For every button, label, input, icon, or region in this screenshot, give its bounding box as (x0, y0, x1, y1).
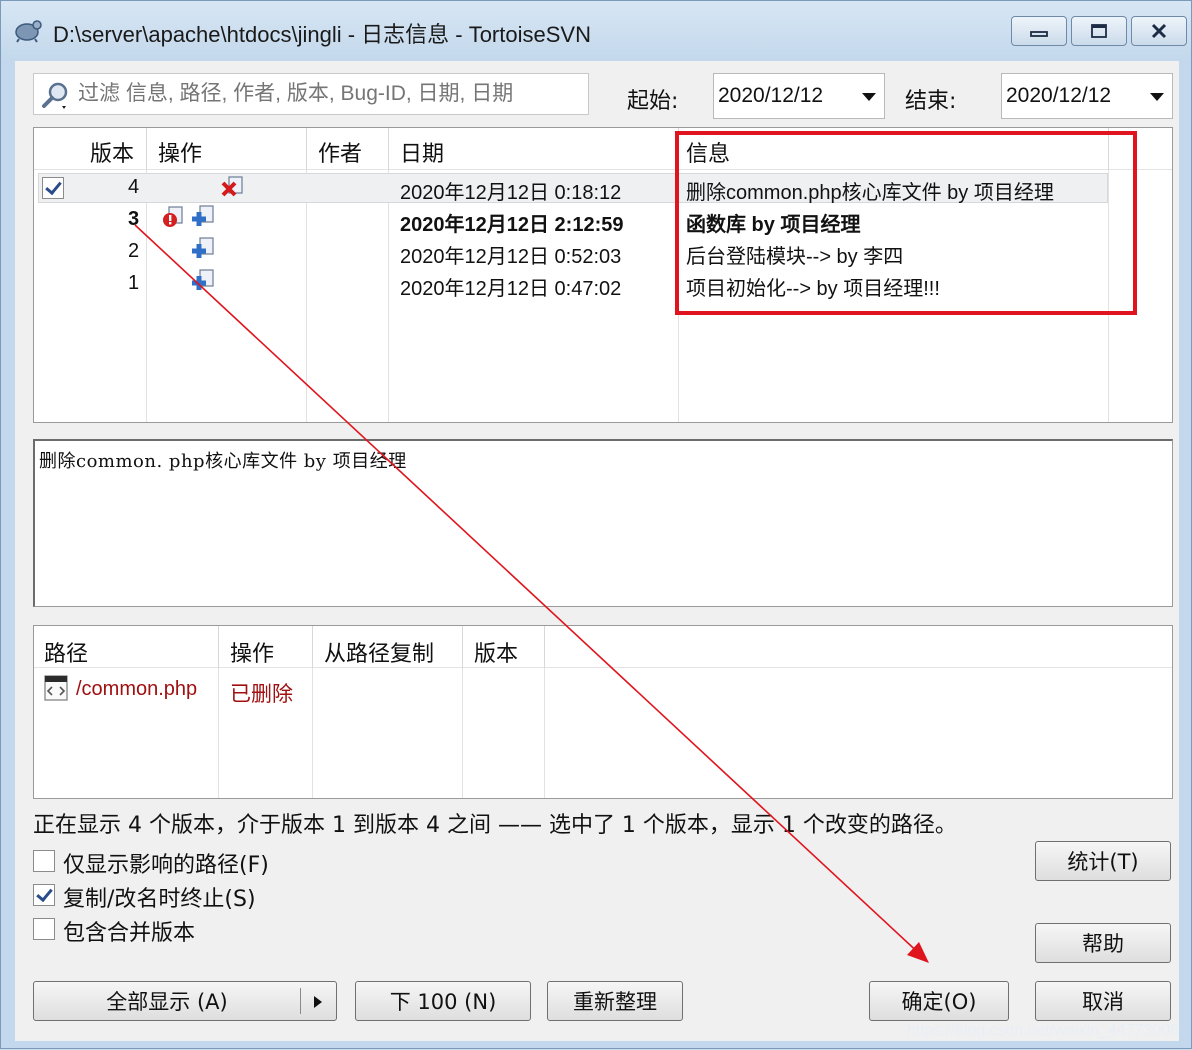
revision-number: 3 (128, 208, 140, 230)
path-action: 已删除 (230, 683, 293, 706)
changed-path: /common.php (76, 678, 198, 700)
revision-date: 2020年12月12日 0:47:02 (400, 278, 622, 300)
minimize-button[interactable] (1011, 16, 1067, 46)
message-detail-box[interactable]: 删除common. php核心库文件 by 项目经理 (33, 439, 1173, 607)
option-label: 复制/改名时终止(S) (63, 887, 256, 912)
add-plus-icon (192, 237, 214, 258)
column-header-copy-from[interactable]: 从路径复制 (324, 636, 434, 668)
ok-button[interactable]: 确定(O) (869, 981, 1009, 1021)
column-header-path-action[interactable]: 操作 (230, 636, 274, 668)
end-date-picker[interactable]: 2020/12/12 (1001, 73, 1173, 119)
maximize-button[interactable] (1071, 16, 1127, 46)
column-header-action[interactable]: 操作 (158, 136, 202, 168)
column-header-revision[interactable]: 版本 (90, 136, 134, 168)
close-icon (1151, 23, 1167, 39)
start-date-label: 起始: (627, 89, 679, 114)
tortoisesvn-icon (15, 20, 42, 43)
column-header-date[interactable]: 日期 (400, 136, 444, 168)
show-all-label: 全部显示 (A) (106, 990, 228, 1014)
window-title: D:\server\apache\htdocs\jingli - 日志信息 - … (53, 22, 591, 47)
watermark-text: https://blog.csdn.net/weixin_44773006 (906, 1022, 1179, 1039)
revision-date: 2020年12月12日 0:52:03 (400, 246, 622, 268)
revision-date: 2020年12月12日 0:18:12 (400, 182, 622, 204)
log-window: D:\server\apache\htdocs\jingli - 日志信息 - … (0, 0, 1192, 1049)
add-plus-icon (192, 269, 214, 290)
column-header-path-revision[interactable]: 版本 (474, 636, 518, 668)
close-button[interactable] (1131, 16, 1187, 46)
changed-paths-list[interactable]: 路径 操作 从路径复制 版本 /common.php 已删除 (33, 625, 1173, 799)
next-100-button[interactable]: 下 100 (N) (355, 981, 531, 1021)
start-date-picker[interactable]: 2020/12/12 (713, 73, 885, 119)
revision-number: 4 (128, 176, 140, 198)
paths-header (34, 626, 1172, 668)
option-label: 包含合并版本 (63, 921, 196, 946)
annotation-highlight-box (675, 131, 1137, 315)
message-detail-text: 删除common. php核心库文件 by 项目经理 (39, 451, 407, 472)
stats-button[interactable]: 统计(T) (1035, 841, 1171, 881)
magnifier-icon[interactable] (40, 80, 70, 112)
filter-input[interactable] (76, 78, 582, 110)
warning-icon (163, 206, 183, 227)
affected-paths-checkbox[interactable] (33, 850, 55, 872)
revision-number: 2 (128, 240, 140, 262)
revision-number: 1 (128, 272, 140, 294)
dropdown-arrow-icon[interactable] (1150, 93, 1164, 101)
revision-checkbox[interactable] (42, 177, 64, 199)
help-button[interactable]: 帮助 (1035, 923, 1171, 963)
refresh-button[interactable]: 重新整理 (547, 981, 683, 1021)
title-bar[interactable]: D:\server\apache\htdocs\jingli - 日志信息 - … (1, 1, 1191, 61)
end-date-label: 结束: (905, 89, 957, 114)
dialog-client: 起始: 2020/12/12 结束: 2020/12/12 版本 操作 作者 日… (15, 61, 1179, 1041)
include-merged-checkbox[interactable] (33, 918, 55, 940)
cancel-button[interactable]: 取消 (1035, 981, 1171, 1021)
column-header-path[interactable]: 路径 (44, 636, 88, 668)
minimize-icon (1030, 31, 1048, 37)
split-arrow-icon[interactable] (312, 995, 324, 1009)
column-header-author[interactable]: 作者 (318, 136, 362, 168)
filter-box[interactable] (33, 73, 589, 115)
add-plus-icon (192, 205, 214, 226)
dropdown-arrow-icon[interactable] (862, 93, 876, 101)
status-text: 正在显示 4 个版本，介于版本 1 到版本 4 之间 —— 选中了 1 个版本，… (33, 813, 957, 838)
option-label: 仅显示影响的路径(F) (63, 853, 269, 878)
revision-date: 2020年12月12日 2:12:59 (400, 214, 624, 236)
show-all-button[interactable]: 全部显示 (A) (33, 981, 337, 1021)
stop-on-copy-checkbox[interactable] (33, 884, 55, 906)
end-date-value: 2020/12/12 (1006, 84, 1112, 107)
php-file-icon (44, 675, 68, 701)
delete-x-icon (221, 176, 243, 197)
maximize-icon (1091, 24, 1107, 38)
start-date-value: 2020/12/12 (718, 84, 824, 107)
